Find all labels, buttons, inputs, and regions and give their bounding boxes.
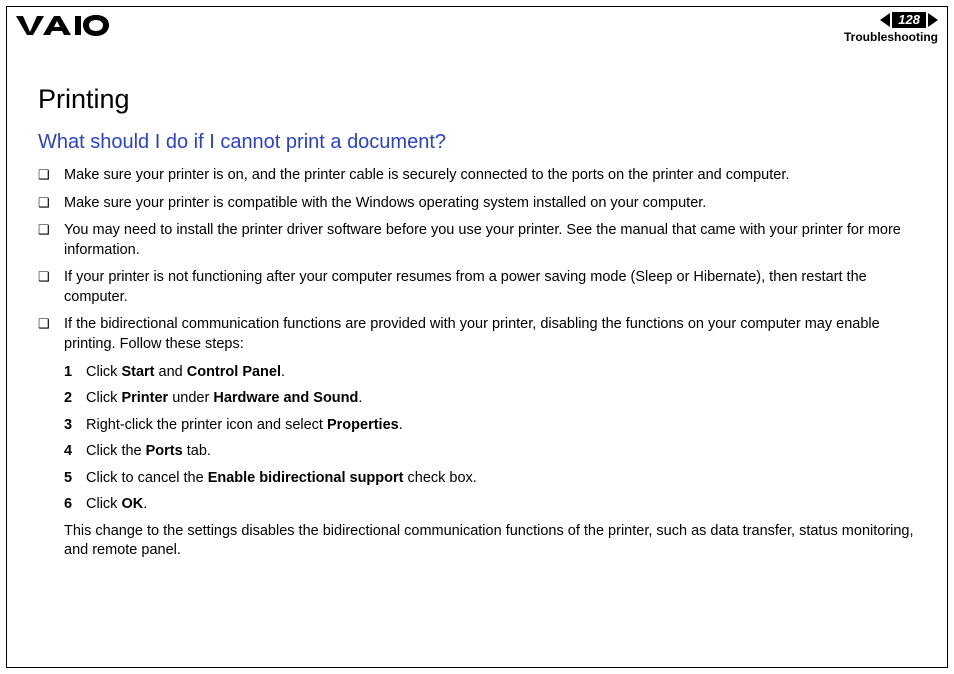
step-text: Click OK. xyxy=(86,495,147,515)
vaio-logo xyxy=(16,14,114,41)
bullet-icon: ❑ xyxy=(38,221,64,260)
list-item: ❑ Make sure your printer is compatible w… xyxy=(38,194,926,214)
page-number: 128 xyxy=(892,12,926,28)
step-list: 1 Click Start and Control Panel. 2 Click… xyxy=(64,363,926,515)
step-item: 4 Click the Ports tab. xyxy=(64,442,926,462)
section-heading: What should I do if I cannot print a doc… xyxy=(38,131,926,154)
bullet-icon: ❑ xyxy=(38,194,64,214)
section-name: Troubleshooting xyxy=(844,30,938,44)
step-text: Click the Ports tab. xyxy=(86,442,211,462)
content-area: Printing What should I do if I cannot pr… xyxy=(38,84,926,561)
trailing-paragraph: This change to the settings disables the… xyxy=(64,522,926,561)
page-nav: 128 xyxy=(844,12,938,28)
prev-page-arrow-icon[interactable] xyxy=(880,13,890,27)
step-item: 1 Click Start and Control Panel. xyxy=(64,363,926,383)
step-item: 6 Click OK. xyxy=(64,495,926,515)
bullet-list: ❑ Make sure your printer is on, and the … xyxy=(38,166,926,355)
header-right: 128 Troubleshooting xyxy=(844,12,938,44)
list-item: ❑ You may need to install the printer dr… xyxy=(38,221,926,260)
next-page-arrow-icon[interactable] xyxy=(928,13,938,27)
bullet-icon: ❑ xyxy=(38,268,64,307)
bullet-icon: ❑ xyxy=(38,315,64,354)
list-item: ❑ If your printer is not functioning aft… xyxy=(38,268,926,307)
bullet-icon: ❑ xyxy=(38,166,64,186)
step-text: Click Start and Control Panel. xyxy=(86,363,285,383)
step-text: Click Printer under Hardware and Sound. xyxy=(86,389,362,409)
list-item: ❑ Make sure your printer is on, and the … xyxy=(38,166,926,186)
step-item: 2 Click Printer under Hardware and Sound… xyxy=(64,389,926,409)
list-item: ❑ If the bidirectional communication fun… xyxy=(38,315,926,354)
step-text: Right-click the printer icon and select … xyxy=(86,416,403,436)
page-header: 128 Troubleshooting xyxy=(16,10,938,46)
step-item: 3 Right-click the printer icon and selec… xyxy=(64,416,926,436)
step-item: 5 Click to cancel the Enable bidirection… xyxy=(64,469,926,489)
step-text: Click to cancel the Enable bidirectional… xyxy=(86,469,477,489)
page-title: Printing xyxy=(38,84,926,115)
